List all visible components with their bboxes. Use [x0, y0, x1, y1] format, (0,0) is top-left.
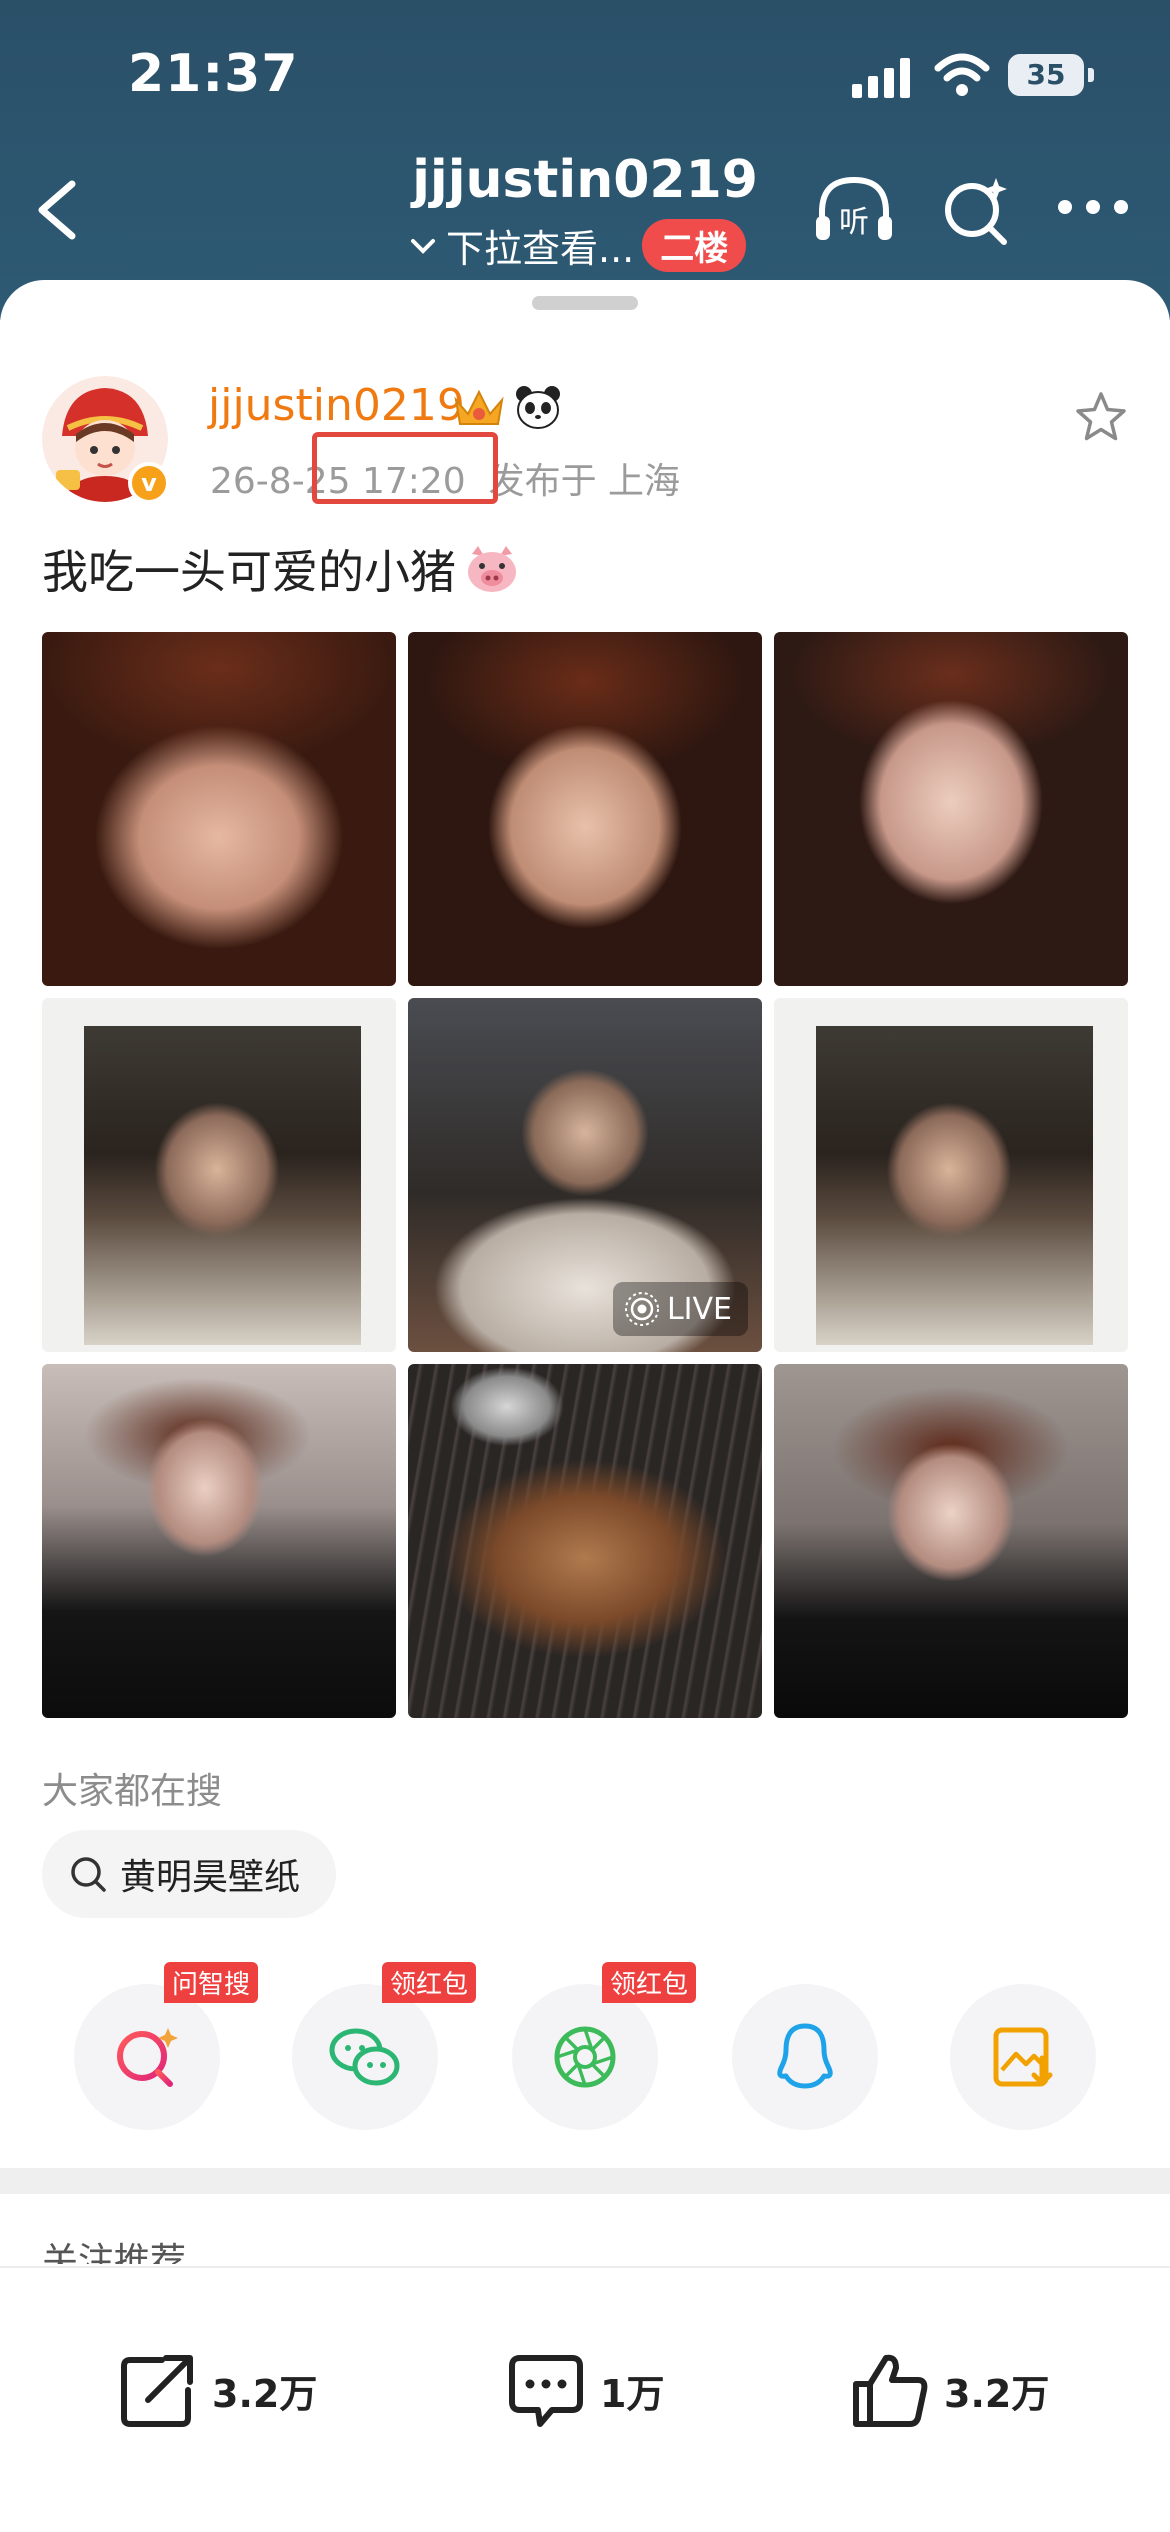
share-tag-ai-search: 问智搜 — [164, 1962, 259, 2003]
share-save-image-button[interactable] — [950, 1984, 1096, 2130]
share-icon — [121, 2355, 193, 2427]
repost-count: 3.2万 — [212, 2371, 318, 2416]
share-qq-button[interactable] — [732, 1984, 878, 2130]
save-image-icon — [993, 2027, 1053, 2087]
live-badge: LIVE — [612, 1282, 748, 1336]
battery-icon: 35 — [1008, 54, 1084, 96]
verified-badge: v — [128, 462, 170, 504]
pig-emoji-icon — [468, 546, 516, 592]
comment-icon — [509, 2355, 583, 2427]
comment-button[interactable]: 1万 — [506, 2350, 664, 2430]
photo-4-image — [84, 1026, 361, 1345]
author-name[interactable]: jjjustin0219 — [208, 380, 465, 431]
hot-search-chip[interactable]: 黄明昊壁纸 — [42, 1830, 337, 1918]
share-ai-search-button[interactable]: 问智搜 — [74, 1962, 259, 2130]
live-label: LIVE — [666, 1291, 732, 1327]
section-divider — [0, 2168, 1170, 2194]
photo-4[interactable] — [42, 998, 396, 1352]
like-button[interactable]: 3.2万 — [850, 2350, 1049, 2430]
hot-search-chip-label: 黄明昊壁纸 — [120, 1857, 301, 1898]
share-moments-button[interactable]: 领红包 — [512, 1962, 697, 2130]
follow-recommend-title: 关注推荐 — [42, 2241, 187, 2264]
qq-icon — [777, 2023, 833, 2089]
moments-icon — [554, 2026, 616, 2088]
repost-button[interactable]: 3.2万 — [118, 2350, 317, 2430]
battery-tip — [1088, 68, 1094, 82]
bottom-action-bar: 3.2万 1万 3.2万 — [0, 2266, 1170, 2532]
wechat-icon — [329, 2028, 400, 2086]
thumbs-up-icon — [853, 2354, 928, 2427]
chevron-down-icon — [411, 238, 435, 254]
battery-level: 35 — [1026, 58, 1066, 91]
share-tag-wechat: 领红包 — [382, 1962, 477, 2003]
listen-label: 听 — [839, 205, 869, 240]
status-time: 21:37 — [128, 44, 299, 104]
post-text: 我吃一头可爱的小猪 — [42, 536, 520, 602]
photo-9[interactable] — [774, 1364, 1128, 1718]
share-tag-moments: 领红包 — [602, 1962, 697, 2003]
live-photo-icon — [624, 1292, 659, 1326]
star-icon[interactable] — [1074, 390, 1128, 444]
like-count: 3.2万 — [944, 2371, 1050, 2416]
post-text-content: 我吃一头可爱的小猪 — [42, 545, 456, 599]
ai-search-icon — [117, 2028, 178, 2087]
second-floor-badge[interactable]: 二楼 — [642, 219, 747, 272]
search-icon — [71, 1857, 106, 1892]
photo-5[interactable]: LIVE — [408, 998, 762, 1352]
sheet-grabber[interactable] — [532, 296, 638, 310]
top-header: 21:37 35 jjjustin0219 下拉查看... 二楼 听 — [0, 0, 1170, 320]
share-row: 问智搜 领红包 领红包 — [0, 1962, 1170, 2130]
photo-1[interactable] — [42, 632, 396, 986]
wifi-icon — [934, 53, 990, 96]
time-highlight-box — [312, 432, 498, 504]
photo-7[interactable] — [42, 1364, 396, 1718]
cellular-signal-icon — [852, 56, 912, 98]
photo-6-image — [816, 1026, 1093, 1345]
pull-down-hint[interactable]: 下拉查看... 二楼 — [408, 218, 747, 273]
photo-3[interactable] — [774, 632, 1128, 986]
photo-2[interactable] — [408, 632, 762, 986]
panda-icon — [516, 386, 560, 429]
comment-count: 1万 — [600, 2371, 665, 2416]
pull-down-text: 下拉查看... — [446, 227, 635, 271]
share-wechat-button[interactable]: 领红包 — [292, 1962, 477, 2130]
crown-icon — [454, 389, 504, 425]
listen-button[interactable]: 听 — [812, 172, 896, 248]
hot-search-title: 大家都在搜 — [42, 1771, 223, 1812]
photo-grid: LIVE — [42, 632, 1128, 1718]
photo-8[interactable] — [408, 1364, 762, 1718]
more-options-button[interactable] — [1058, 200, 1128, 220]
photo-6[interactable] — [774, 998, 1128, 1352]
ai-search-icon[interactable] — [938, 172, 1014, 248]
